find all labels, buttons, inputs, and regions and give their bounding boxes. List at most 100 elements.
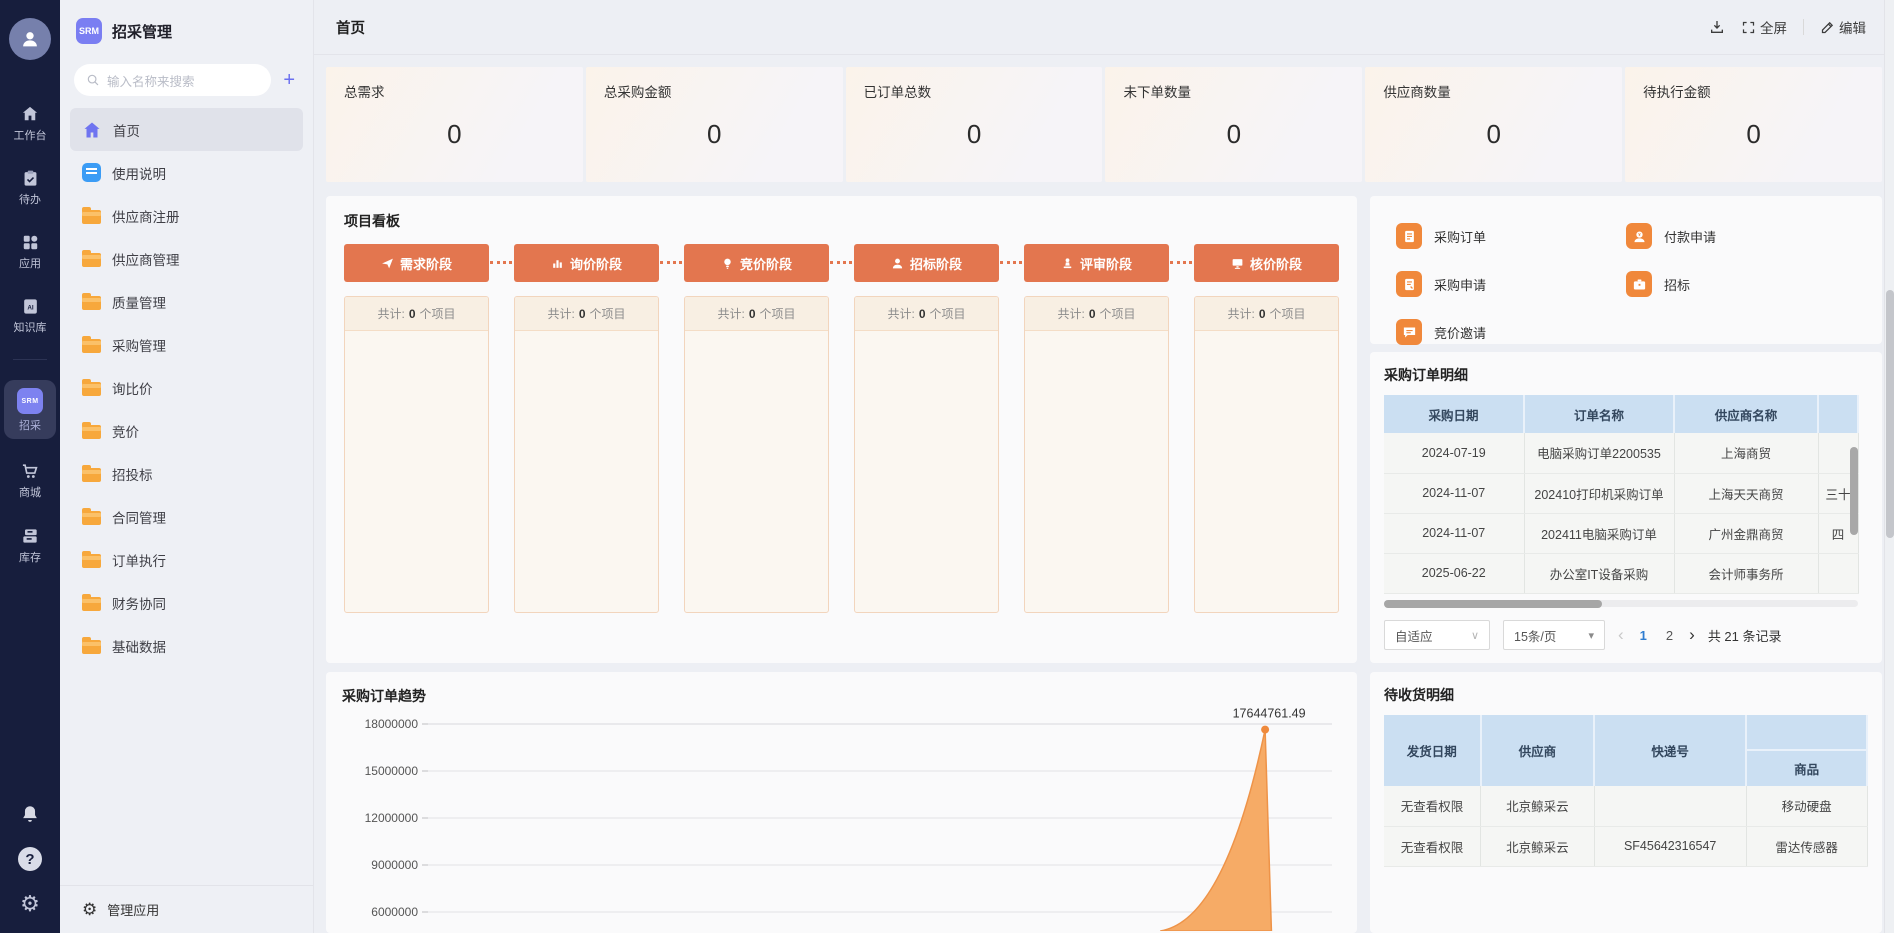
page-number-2[interactable]: 2 [1663,628,1676,643]
edit-button[interactable]: 编辑 [1820,17,1866,37]
menu-item-bidding[interactable]: 竞价 [70,409,303,452]
folder-icon [82,382,101,396]
hscroll-thumb[interactable] [1384,600,1602,608]
rail-item-label: 商城 [19,484,41,500]
person-icon [19,28,41,50]
quick-link-purchase-order[interactable]: 采购订单 [1396,223,1626,249]
table-vertical-scrollbar[interactable] [1850,447,1858,535]
menu-item-inquiry-compare[interactable]: 询比价 [70,366,303,409]
menu-item-finance-collab[interactable]: 财务协同 [70,581,303,624]
cell-date: 2024-11-07 [1384,513,1524,553]
download-button[interactable] [1709,19,1725,35]
stat-card-total-demand: 总需求 0 [326,67,583,182]
quick-link-bid-invitation[interactable]: 竞价邀请 [1396,319,1626,345]
prev-page-button[interactable]: ‹ [1618,625,1624,645]
rail-item-label: 知识库 [14,319,47,335]
help-icon[interactable]: ? [18,847,42,871]
col-supplier[interactable]: 供应商 [1481,715,1595,786]
stat-value: 0 [1105,119,1362,150]
menu-item-supplier-register[interactable]: 供应商注册 [70,194,303,237]
table-row[interactable]: 无查看权限 北京鲸采云 移动硬盘 [1384,786,1867,826]
bell-icon[interactable] [19,803,41,825]
rail-item-workbench[interactable]: 工作台 [4,100,56,147]
menu-item-label: 质量管理 [112,292,166,312]
col-order-name[interactable]: 订单名称 [1524,395,1674,433]
rail-item-apps[interactable]: 应用 [4,229,56,275]
stage-card: 共计:0个项目 [344,296,489,613]
col-tracking-number[interactable]: 快递号 [1594,715,1746,786]
folder-icon [82,339,101,353]
settings-gear-icon[interactable]: ⚙ [20,893,40,915]
menu-item-label: 招投标 [112,464,153,484]
rail-item-mall[interactable]: 商城 [4,457,56,504]
table-row[interactable]: 2024-11-07 202410打印机采购订单 上海天天商贸 三十 [1384,473,1858,513]
stage-count: 共计:0个项目 [1195,297,1338,331]
clipboard-check-icon [21,169,40,188]
stat-value: 0 [326,119,583,150]
stat-label: 未下单数量 [1123,81,1344,101]
pending-receipt-table: 发货日期 供应商 快递号 商品 无查看权限 [1384,715,1868,867]
rail-item-knowledge[interactable]: AI 知识库 [4,293,56,339]
col-supplier-name[interactable]: 供应商名称 [1674,395,1818,433]
table-row[interactable]: 无查看权限 北京鲸采云 SF45642316547 雷达传感器 [1384,826,1867,866]
cell-supplier: 北京鲸采云 [1481,826,1595,866]
user-avatar[interactable] [9,18,51,60]
svg-text:12000000: 12000000 [365,811,419,825]
col-ship-date[interactable]: 发货日期 [1384,715,1481,786]
menu-item-supplier-management[interactable]: 供应商管理 [70,237,303,280]
stage-button-tender[interactable]: 招标阶段 [854,244,999,282]
fit-mode-select[interactable]: 自适应 ∨ [1384,620,1490,650]
col-product[interactable]: 商品 [1746,715,1867,786]
stage-label: 需求阶段 [400,254,452,273]
cell-order-name: 202411电脑采购订单 [1524,513,1674,553]
menu-item-base-data[interactable]: 基础数据 [70,624,303,667]
table-row[interactable]: 2024-11-07 202411电脑采购订单 广州金鼎商贸 四 [1384,513,1858,553]
manage-app-label: 管理应用 [107,900,159,919]
next-page-button[interactable]: › [1689,625,1695,645]
manage-app-button[interactable]: ⚙ 管理应用 [60,885,313,933]
cell-order-name: 办公室IT设备采购 [1524,553,1674,593]
rail-item-srm[interactable]: SRM 招采 [4,380,56,439]
page-scrollbar[interactable] [1884,0,1894,933]
menu-item-quality-management[interactable]: 质量管理 [70,280,303,323]
stat-label: 总需求 [344,81,565,101]
quick-link-label: 竞价邀请 [1434,323,1486,342]
page-scroll-thumb[interactable] [1886,290,1894,538]
page-size-select[interactable]: 15条/页 ▾ [1503,620,1605,650]
menu-item-contract-management[interactable]: 合同管理 [70,495,303,538]
menu-item-procurement-management[interactable]: 采购管理 [70,323,303,366]
table-row[interactable]: 2024-07-19 电脑采购订单2200535 上海商贸 [1384,433,1858,473]
menu-item-tender[interactable]: 招投标 [70,452,303,495]
table-horizontal-scrollbar[interactable] [1384,600,1858,608]
fullscreen-button[interactable]: 全屏 [1741,17,1787,37]
table-row[interactable]: 2025-06-22 办公室IT设备采购 会计师事务所 [1384,553,1858,593]
folder-icon [82,425,101,439]
menu-item-order-execution[interactable]: 订单执行 [70,538,303,581]
quick-link-tender[interactable]: 招标 [1626,271,1856,297]
stage-button-bidding[interactable]: 竞价阶段 [684,244,829,282]
menu-item-usage-guide[interactable]: 使用说明 [70,151,303,194]
stage-button-inquiry[interactable]: 询价阶段 [514,244,659,282]
quick-link-label: 招标 [1664,275,1690,294]
search-input[interactable]: 输入名称来搜索 [74,64,271,96]
svg-text:6000000: 6000000 [371,905,418,919]
cell-clipped [1818,553,1858,593]
rail-item-inventory[interactable]: 库存 [4,522,56,569]
col-purchase-date[interactable]: 采购日期 [1384,395,1524,433]
grid-icon [21,233,40,252]
stage-button-price-check[interactable]: 核价阶段 [1194,244,1339,282]
stage-label: 评审阶段 [1080,254,1132,273]
rail-item-todo[interactable]: 待办 [4,165,56,211]
add-button[interactable]: + [279,69,299,92]
quick-link-payment-request[interactable]: ¥ 付款申请 [1626,223,1856,249]
page-number-1[interactable]: 1 [1637,628,1650,643]
stage-button-review[interactable]: 评审阶段 [1024,244,1169,282]
stage-button-demand[interactable]: 需求阶段 [344,244,489,282]
bid-invitation-icon [1396,319,1422,345]
gear-icon: ⚙ [82,901,97,918]
quick-link-purchase-request[interactable]: 采购申请 [1396,271,1626,297]
stage-card: 共计:0个项目 [514,296,659,613]
menu-item-home[interactable]: 首页 [70,108,303,151]
folder-icon [82,554,101,568]
quick-link-label: 采购订单 [1434,227,1486,246]
